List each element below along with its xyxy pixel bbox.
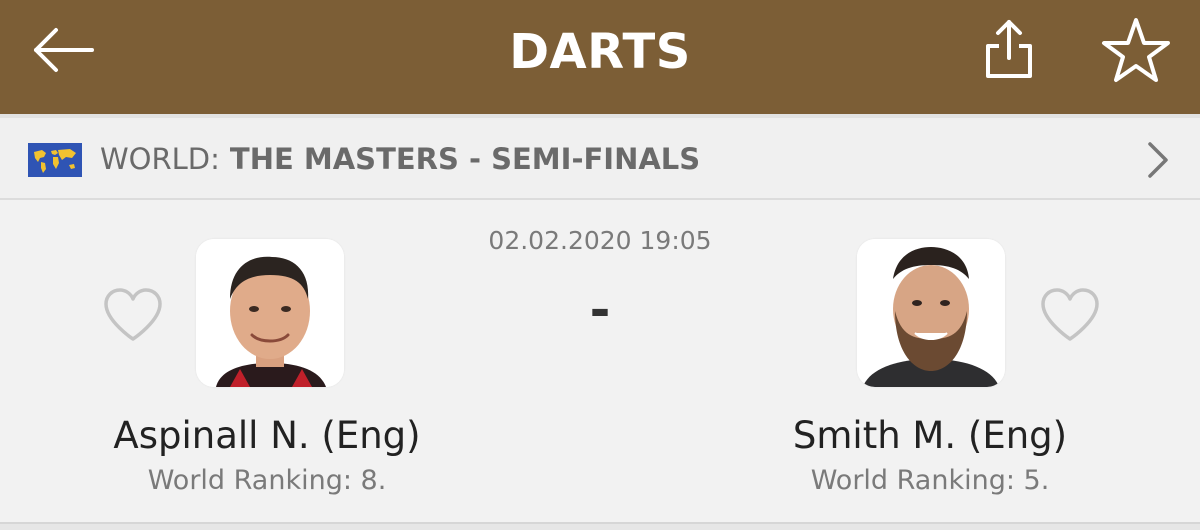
league-row[interactable]: WORLD: THE MASTERS - SEMI-FINALS [0,114,1200,200]
share-button[interactable] [978,16,1040,84]
league-title: WORLD: THE MASTERS - SEMI-FINALS [100,118,700,200]
match-panel: 02.02.2020 19:05 - Aspinall N. (Eng) Wor… [0,202,1200,524]
favorite-match-button[interactable] [1100,16,1172,86]
world-map-flag-icon [28,143,82,177]
top-bar: DARTS [0,0,1200,114]
league-country: WORLD: [100,142,220,176]
away-player-photo[interactable] [857,239,1005,387]
home-player-photo[interactable] [196,239,344,387]
home-favorite-button[interactable] [102,287,164,343]
away-player-name[interactable]: Smith M. (Eng) [720,414,1140,457]
section-divider [0,522,1200,530]
away-favorite-button[interactable] [1039,287,1101,343]
home-player-ranking: World Ranking: 8. [147,465,387,496]
heart-icon [1041,288,1099,341]
match-datetime: 02.02.2020 19:05 [488,226,712,255]
star-icon [1102,18,1170,82]
player-portrait-image [857,239,1005,387]
home-player-name[interactable]: Aspinall N. (Eng) [57,414,477,457]
share-icon [986,20,1032,78]
league-name: THE MASTERS - SEMI-FINALS [229,142,701,176]
chevron-right-icon [1148,142,1168,178]
away-player-ranking: World Ranking: 5. [810,465,1050,496]
heart-icon [104,288,162,341]
match-score: - [589,281,611,339]
player-portrait-image [196,239,344,387]
